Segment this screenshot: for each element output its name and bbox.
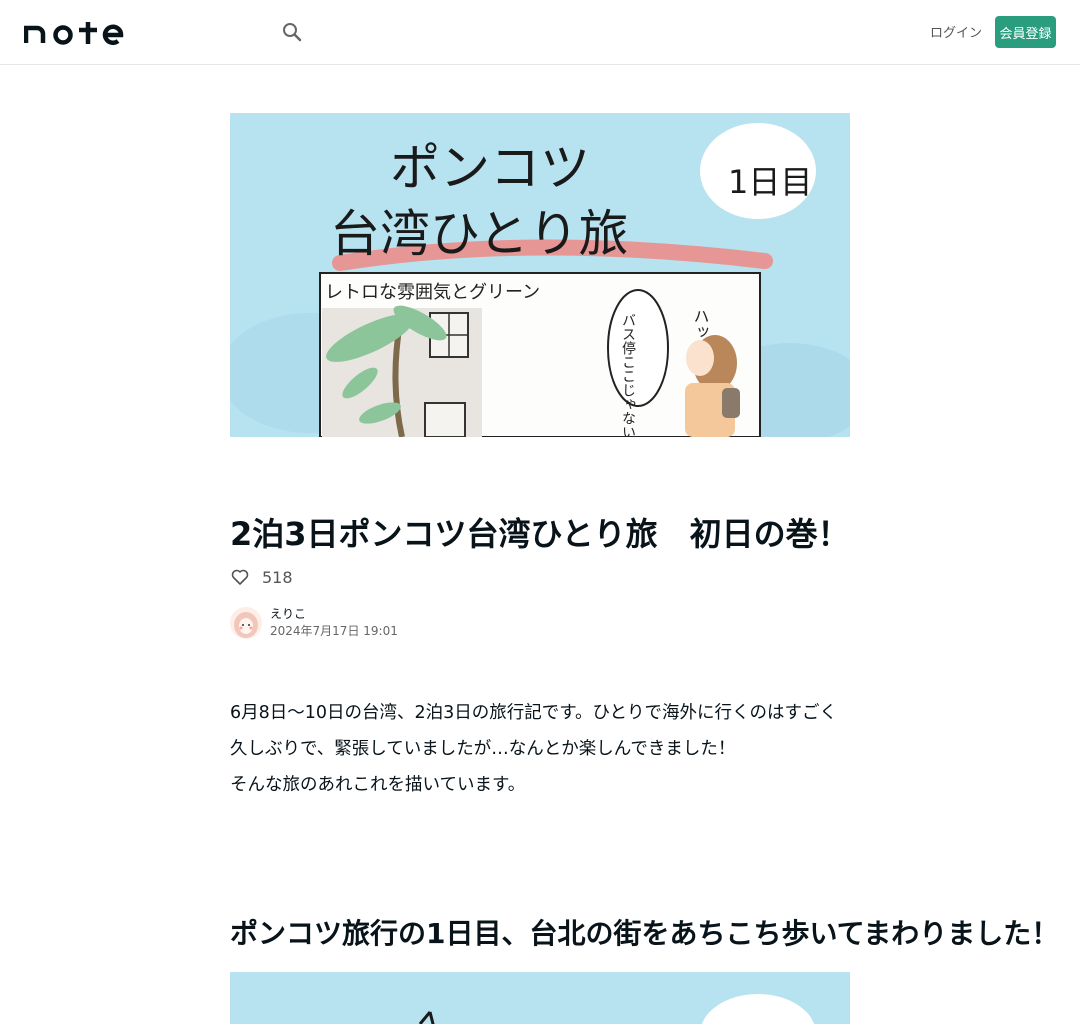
like-section: 518 — [230, 566, 293, 588]
signup-button[interactable]: 会員登録 — [995, 16, 1056, 48]
top-header: ログイン 会員登録 — [0, 0, 1080, 65]
body-paragraph: 6月8日〜10日の台湾、2泊3日の旅行記です。ひとりで海外に行くのはすごく久しぶ… — [230, 703, 838, 759]
search-icon — [283, 23, 302, 42]
post-date: 2024年7月17日 19:01 — [270, 624, 398, 638]
hero-sound-effect: ハッ — [691, 308, 710, 340]
hero-illustration: 1日目 ポンコツ 台湾ひとり旅 レトロな雰囲気とグリーン バス停ここじゃない! … — [230, 113, 850, 437]
second-illustration — [230, 972, 850, 1024]
section-heading: ポンコツ旅行の1日目、台北の街をあちこち歩いてまわりました！ — [230, 917, 1060, 950]
day-badge-text: 1日目 — [728, 163, 812, 201]
author-info: えりこ 2024年7月17日 19:01 — [230, 606, 398, 640]
body-paragraph: そんな旅のあれこれを描いています。 — [230, 775, 526, 795]
heart-icon[interactable] — [230, 567, 250, 587]
login-link[interactable]: ログイン — [930, 22, 982, 41]
hero-speech-bubble: バス停ここじゃない! — [620, 313, 636, 437]
article-body: 6月8日〜10日の台湾、2泊3日の旅行記です。ひとりで海外に行くのはすごく久しぶ… — [230, 695, 850, 803]
search-button[interactable] — [278, 18, 306, 46]
author-avatar[interactable] — [230, 607, 262, 639]
hero-title-line1: ポンコツ — [390, 139, 590, 197]
hero-title-line2: 台湾ひとり旅 — [330, 205, 629, 263]
article-title: 2泊3日ポンコツ台湾ひとり旅 初日の巻！ — [230, 515, 850, 553]
second-comic-art — [230, 972, 850, 1024]
note-logo[interactable] — [23, 19, 124, 45]
hero-comic-art: 1日目 ポンコツ 台湾ひとり旅 レトロな雰囲気とグリーン バス停ここじゃない! … — [230, 113, 850, 437]
author-name[interactable]: えりこ — [270, 606, 398, 622]
hero-subtitle: レトロな雰囲気とグリーン — [325, 282, 540, 303]
avatar-image — [230, 607, 262, 639]
note-logo-mark — [23, 22, 124, 45]
like-count: 518 — [262, 567, 293, 587]
